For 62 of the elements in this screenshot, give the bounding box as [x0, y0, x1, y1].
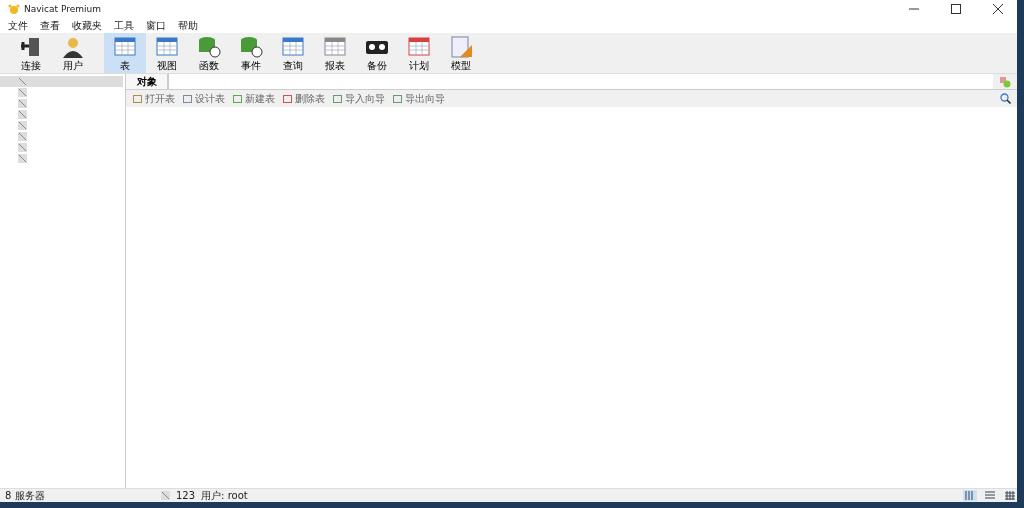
menu-item[interactable]: 收藏夹	[72, 18, 102, 33]
server-count: 8 服务器	[5, 488, 46, 503]
server-icon	[18, 121, 27, 130]
tab[interactable]: 对象	[126, 74, 168, 89]
menu-item[interactable]: 文件	[8, 18, 28, 33]
detail-view-button[interactable]	[983, 490, 997, 501]
maximize-icon[interactable]	[951, 4, 961, 14]
toolbar-button[interactable]: 查询	[272, 33, 314, 73]
toolbar-button[interactable]: 计划	[398, 33, 440, 73]
add-connection-icon[interactable]	[999, 76, 1011, 88]
action-icon	[133, 93, 143, 104]
connection-name: 123	[176, 490, 196, 501]
action-icon	[393, 93, 403, 104]
window-title: Navicat Premium	[24, 4, 101, 14]
action-icon	[183, 93, 193, 104]
event-icon	[239, 35, 263, 58]
toolbar-button[interactable]: 函数	[188, 33, 230, 73]
menu-item[interactable]: 工具	[114, 18, 134, 33]
connection-icon	[161, 491, 170, 500]
view-icon	[155, 35, 179, 58]
action-icon	[233, 93, 243, 104]
object-action-button[interactable]: 新建表	[232, 91, 276, 106]
toolbar-button[interactable]: 报表	[314, 33, 356, 73]
list-view-button[interactable]	[963, 490, 977, 501]
object-action-button[interactable]: 导出向导	[392, 91, 446, 106]
server-icon	[18, 88, 27, 97]
report-icon	[323, 35, 347, 58]
table-icon	[113, 35, 137, 58]
object-action-button[interactable]: 导入向导	[332, 91, 386, 106]
filter-field[interactable]	[168, 74, 993, 89]
object-action-button[interactable]: 打开表	[132, 91, 176, 106]
action-icon	[283, 93, 293, 104]
schedule-icon	[407, 35, 431, 58]
grid-view-button[interactable]	[1003, 490, 1017, 501]
server-item[interactable]	[0, 76, 123, 87]
server-icon	[18, 154, 27, 163]
function-icon	[197, 35, 221, 58]
toolbar-button[interactable]: 用户	[52, 33, 94, 73]
action-icon	[333, 93, 343, 104]
toolbar-button[interactable]: 模型	[440, 33, 482, 73]
user-name: 用户: root	[201, 488, 248, 503]
server-icon	[18, 143, 27, 152]
menu-item[interactable]: 帮助	[178, 18, 198, 33]
toolbar-button[interactable]: 备份	[356, 33, 398, 73]
server-icon	[18, 132, 27, 141]
model-icon	[449, 35, 473, 58]
close-icon[interactable]	[993, 4, 1003, 14]
server-icon	[18, 77, 27, 86]
menu-item[interactable]: 窗口	[146, 18, 166, 33]
user-icon	[61, 35, 85, 58]
toolbar-button[interactable]: 视图	[146, 33, 188, 73]
query-icon	[281, 35, 305, 58]
object-action-button[interactable]: 设计表	[182, 91, 226, 106]
search-icon[interactable]	[1000, 93, 1011, 104]
object-action-button[interactable]: 删除表	[282, 91, 326, 106]
server-icon	[18, 99, 27, 108]
server-icon	[18, 110, 27, 119]
toolbar-button[interactable]: 事件	[230, 33, 272, 73]
menu-item[interactable]: 查看	[40, 18, 60, 33]
toolbar-button[interactable]: 连接	[10, 33, 52, 73]
app-logo-icon	[8, 4, 20, 14]
toolbar-button[interactable]: 表	[104, 33, 146, 73]
